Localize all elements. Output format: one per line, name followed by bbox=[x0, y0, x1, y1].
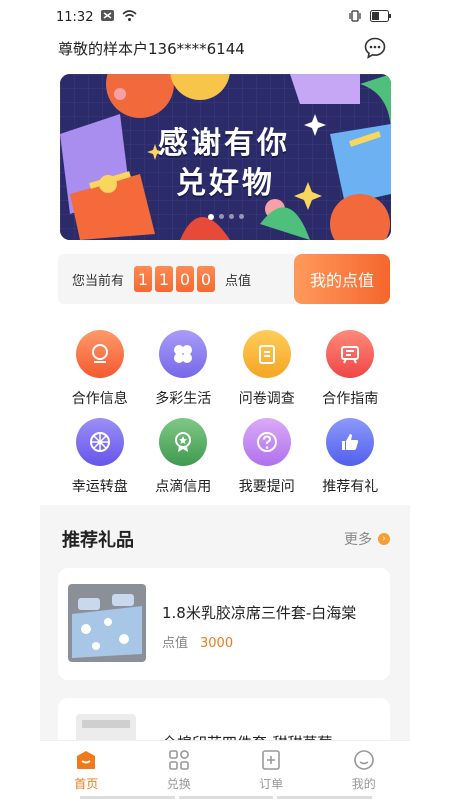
grid-label: 幸运转盘 bbox=[71, 479, 128, 495]
contact-icon bbox=[75, 330, 124, 378]
grid-item-credit[interactable]: 点滴信用 bbox=[142, 418, 226, 496]
banner-dot[interactable] bbox=[238, 214, 244, 219]
grid-item-lucky-wheel[interactable]: 幸运转盘 bbox=[58, 418, 142, 496]
grid-label: 点滴信用 bbox=[155, 479, 212, 495]
more-link[interactable]: 更多 › bbox=[344, 529, 390, 549]
status-bar: 11:32 bbox=[0, 0, 450, 34]
price-value: 3000 bbox=[200, 636, 234, 651]
recommend-header: 推荐礼品 更多 › bbox=[62, 526, 390, 552]
banner-dot[interactable] bbox=[207, 214, 214, 220]
feature-grid: 合作信息 多彩生活 问卷调查 合作指南 幸运转盘 点滴信用 我要提问 推荐有礼 bbox=[58, 330, 392, 496]
grid-label: 合作信息 bbox=[71, 391, 128, 407]
points-digit: 0 bbox=[197, 266, 216, 292]
product-image bbox=[68, 584, 146, 662]
header: 尊敬的样本户136****6144 bbox=[58, 34, 388, 62]
gesture-bar bbox=[80, 796, 373, 799]
chevron-right-icon: › bbox=[378, 533, 390, 545]
points-unit: 点值 bbox=[225, 273, 252, 289]
status-time: 11:32 bbox=[56, 9, 94, 25]
nav-label: 首页 bbox=[74, 777, 99, 791]
bottom-navigation: 首页 兑换 订单 我的 bbox=[40, 740, 410, 800]
order-icon bbox=[262, 750, 281, 770]
grid-item-guide[interactable]: 合作指南 bbox=[309, 330, 393, 408]
grid-label: 多彩生活 bbox=[155, 391, 212, 407]
nav-home[interactable]: 首页 bbox=[40, 741, 133, 800]
board-icon bbox=[326, 330, 375, 378]
nav-profile[interactable]: 我的 bbox=[318, 741, 411, 800]
vibrate-icon bbox=[348, 10, 362, 26]
clover-icon bbox=[159, 330, 208, 378]
grid-item-ask[interactable]: 我要提问 bbox=[225, 418, 309, 496]
product-price: 点值 3000 bbox=[162, 632, 233, 651]
nav-exchange[interactable]: 兑换 bbox=[133, 741, 226, 800]
grid-label: 问卷调查 bbox=[238, 391, 295, 407]
banner-pagination[interactable] bbox=[207, 214, 244, 220]
points-prefix: 您当前有 bbox=[72, 273, 125, 289]
section-title: 推荐礼品 bbox=[62, 530, 134, 551]
greeting-text: 尊敬的样本户136****6144 bbox=[58, 39, 245, 58]
home-icon bbox=[77, 751, 96, 769]
banner-dot[interactable] bbox=[228, 214, 234, 219]
grid-item-survey[interactable]: 问卷调查 bbox=[225, 330, 309, 408]
grid-icon bbox=[168, 750, 189, 770]
banner-dot[interactable] bbox=[218, 214, 224, 219]
thumbs-up-icon bbox=[326, 418, 375, 466]
nav-orders[interactable]: 订单 bbox=[225, 741, 318, 800]
points-card: 您当前有 1 1 0 0 点值 我的点值 bbox=[58, 254, 390, 304]
my-points-button[interactable]: 我的点值 bbox=[294, 254, 390, 304]
message-button[interactable] bbox=[362, 35, 388, 61]
notification-icon bbox=[101, 9, 115, 25]
points-digit: 1 bbox=[134, 266, 153, 292]
grid-label: 推荐有礼 bbox=[322, 479, 379, 495]
grid-label: 合作指南 bbox=[322, 391, 379, 407]
wheel-icon bbox=[75, 418, 124, 466]
nav-label: 兑换 bbox=[166, 777, 191, 791]
smile-icon bbox=[353, 750, 374, 770]
nav-label: 我的 bbox=[351, 777, 376, 791]
points-digit: 0 bbox=[176, 266, 195, 292]
clipboard-icon bbox=[242, 330, 291, 378]
grid-label: 我要提问 bbox=[238, 479, 295, 495]
battery-icon bbox=[370, 10, 392, 26]
grid-item-cooperation-info[interactable]: 合作信息 bbox=[58, 330, 142, 408]
grid-item-referral[interactable]: 推荐有礼 bbox=[309, 418, 393, 496]
points-digit: 1 bbox=[155, 266, 174, 292]
price-label: 点值 bbox=[162, 636, 189, 651]
product-name: 1.8米乳胶凉席三件套-白海棠 bbox=[162, 604, 357, 622]
points-counter: 1 1 0 0 bbox=[134, 266, 216, 292]
product-card[interactable]: 1.8米乳胶凉席三件套-白海棠 点值 3000 bbox=[58, 568, 390, 680]
medal-icon bbox=[159, 418, 208, 466]
chat-bubble-icon bbox=[364, 37, 386, 59]
grid-item-colorful-life[interactable]: 多彩生活 bbox=[142, 330, 226, 408]
wifi-icon bbox=[122, 9, 138, 25]
banner-headline: 感谢有你 bbox=[158, 126, 290, 161]
more-label: 更多 bbox=[344, 532, 372, 548]
nav-label: 订单 bbox=[259, 777, 284, 791]
banner-subheadline: 兑好物 bbox=[176, 166, 275, 201]
question-icon bbox=[242, 418, 291, 466]
promo-banner[interactable]: 感谢有你 兑好物 bbox=[60, 74, 391, 240]
